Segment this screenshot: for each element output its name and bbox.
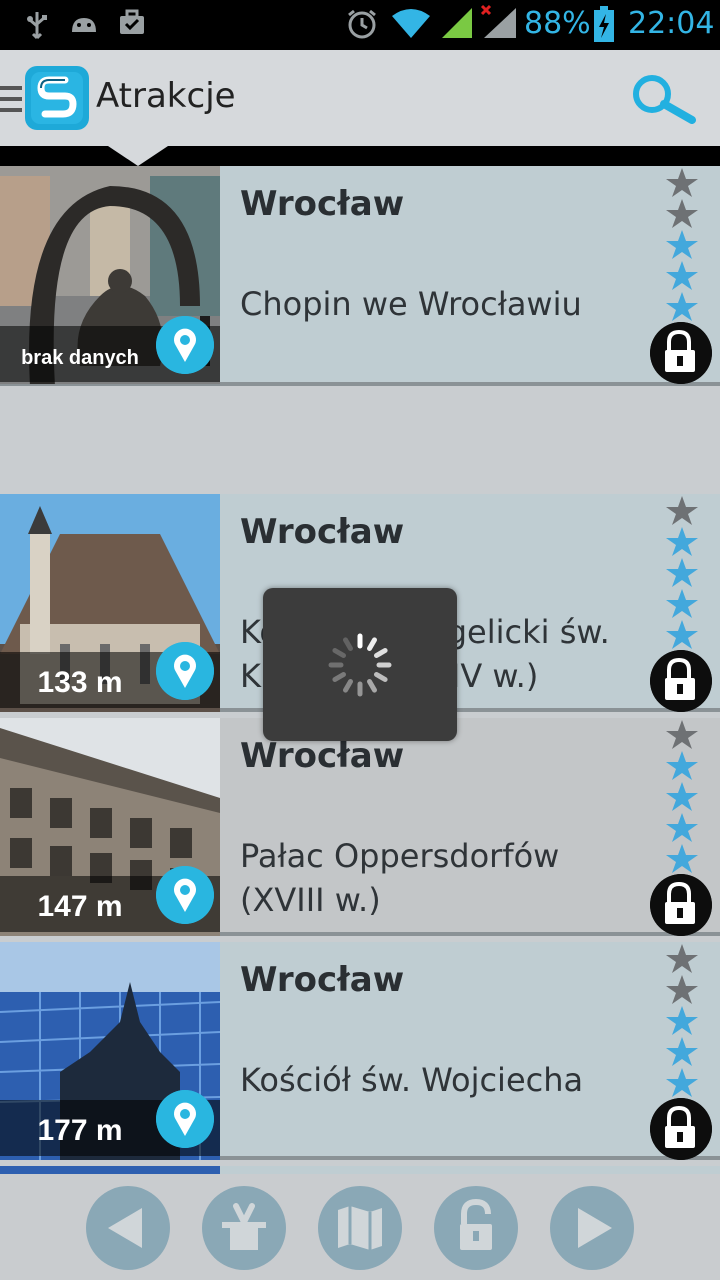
lock-icon[interactable] xyxy=(650,322,712,384)
magic-hat-button[interactable] xyxy=(202,1186,286,1270)
signal-no-data-icon xyxy=(480,4,516,38)
battery-charging-icon xyxy=(594,6,614,42)
unlock-button[interactable] xyxy=(434,1186,518,1270)
app-logo[interactable] xyxy=(25,66,89,130)
map-icon xyxy=(338,1206,382,1250)
lock-icon[interactable] xyxy=(650,874,712,936)
rating-stars xyxy=(666,496,698,649)
page-title: Atrakcje xyxy=(96,76,236,116)
attraction-name: Pałac Oppersdorfów (XVIII w.) xyxy=(240,837,560,919)
unlock-icon xyxy=(460,1198,492,1250)
distance-label: 133 m xyxy=(37,666,123,699)
star-icon xyxy=(666,527,698,556)
loading-spinner xyxy=(328,633,392,697)
lock-icon[interactable] xyxy=(650,650,712,712)
list-item-partial xyxy=(0,1166,720,1174)
rating-stars xyxy=(666,720,698,873)
android-debug-icon xyxy=(72,18,96,32)
star-icon xyxy=(666,496,698,525)
battery-percent: 88% xyxy=(524,6,591,41)
star-icon xyxy=(666,620,698,649)
star-icon xyxy=(666,944,698,973)
location-pin-icon[interactable] xyxy=(156,316,214,374)
wifi-icon xyxy=(392,9,430,38)
star-icon xyxy=(666,975,698,1004)
location-pin-icon[interactable] xyxy=(156,1090,214,1148)
signal-icon xyxy=(442,8,472,38)
map-button[interactable] xyxy=(318,1186,402,1270)
star-icon xyxy=(666,168,698,197)
star-icon xyxy=(666,751,698,780)
star-icon xyxy=(666,782,698,811)
attraction-city: Wrocław xyxy=(240,184,405,224)
star-icon xyxy=(666,720,698,749)
list-item[interactable]: 147 m Wrocław Pałac Oppersdorfów (XVIII … xyxy=(0,718,720,936)
star-icon xyxy=(666,292,698,321)
alarm-icon xyxy=(348,9,376,39)
list-pointer xyxy=(108,146,168,166)
star-icon xyxy=(666,1037,698,1066)
next-button[interactable] xyxy=(550,1186,634,1270)
rating-stars xyxy=(666,944,698,1097)
location-pin-icon[interactable] xyxy=(156,866,214,924)
star-icon xyxy=(666,230,698,259)
attraction-city: Wrocław xyxy=(240,736,405,776)
list-item[interactable]: brak danych Wrocław Chopin we Wrocławiu xyxy=(0,166,720,386)
distance-label: 177 m xyxy=(37,1114,123,1147)
menu-icon[interactable] xyxy=(0,84,22,114)
status-bar: 88% 22:04 xyxy=(0,0,720,50)
star-icon xyxy=(666,844,698,873)
clock: 22:04 xyxy=(628,6,715,41)
star-icon xyxy=(666,1068,698,1097)
star-icon xyxy=(666,1006,698,1035)
list-item[interactable]: 177 m Wrocław Kościół św. Wojciecha xyxy=(0,942,720,1160)
attraction-name: Kościół św. Wojciecha xyxy=(240,1061,584,1099)
prev-button[interactable] xyxy=(86,1186,170,1270)
star-icon xyxy=(666,589,698,618)
attraction-name: Chopin we Wrocławiu xyxy=(240,285,582,323)
location-pin-icon[interactable] xyxy=(156,642,214,700)
distance-label: brak danych xyxy=(21,347,139,369)
attraction-city: Wrocław xyxy=(240,512,405,552)
next-icon xyxy=(578,1208,612,1248)
prev-icon xyxy=(108,1208,142,1248)
search-icon[interactable] xyxy=(630,74,698,124)
star-icon xyxy=(666,199,698,228)
magic-hat-icon xyxy=(222,1203,266,1250)
attraction-city: Wrocław xyxy=(240,960,405,1000)
distance-label: 147 m xyxy=(37,890,123,923)
bottom-nav xyxy=(0,1174,720,1280)
star-icon xyxy=(666,813,698,842)
star-icon xyxy=(666,558,698,587)
loading-dialog xyxy=(263,588,457,741)
rating-stars xyxy=(666,168,698,321)
star-icon xyxy=(666,261,698,290)
lock-icon[interactable] xyxy=(650,1098,712,1160)
usb-icon xyxy=(27,12,47,40)
briefcase-icon xyxy=(120,9,144,34)
